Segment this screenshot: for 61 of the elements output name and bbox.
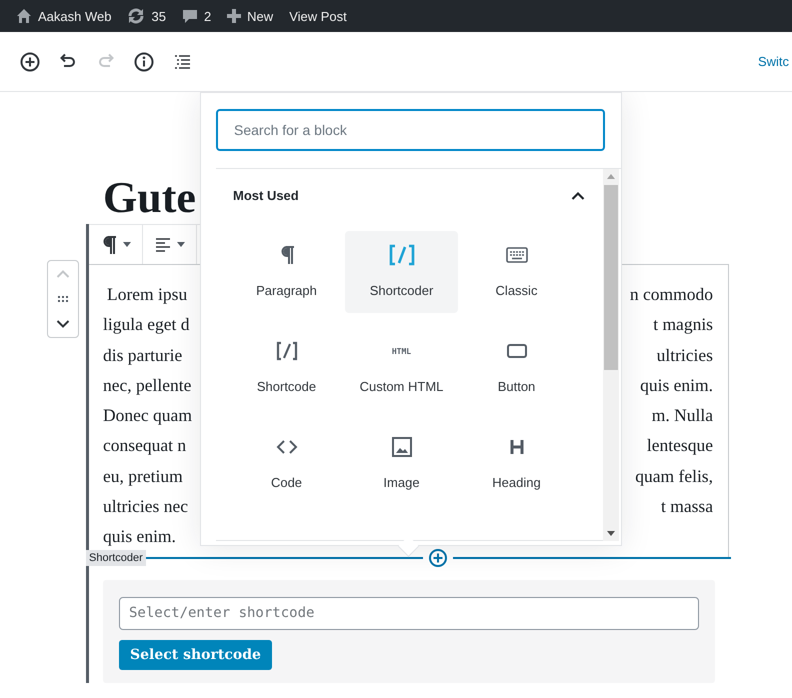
paragraph-text: Lorem ipsu [106,283,188,306]
shortcode-input-field[interactable]: Select/enter shortcode [119,596,699,630]
block-type-item[interactable]: Paragraph [230,231,343,313]
block-type-item[interactable]: Button [460,327,573,409]
info-icon [134,52,154,72]
block-type-item[interactable]: HTML Custom HTML [345,327,458,409]
paragraph-text: consequat n [103,434,186,458]
shortcode-icon [388,244,414,266]
home-icon [16,8,32,24]
paragraph-text: n commodo [630,283,713,306]
html-icon: HTML [392,346,412,356]
block-name-label: Shortcoder [86,550,146,566]
add-icon [20,52,40,72]
paragraph-text: m. Nulla [652,404,713,428]
paragraph-text: lentesque [646,434,713,458]
block-type-item[interactable]: Heading [460,423,573,505]
switch-link[interactable]: Switc [758,54,789,69]
admin-bar-item[interactable]: View Post [281,0,355,32]
caret-icon [122,242,130,247]
paragraph-text: dis parturie [103,344,182,367]
post-title[interactable]: Gute [103,175,196,221]
admin-bar-item[interactable]: 35 [119,0,174,32]
align-left-icon [154,236,170,252]
block-type-item[interactable]: Code [230,423,343,505]
most-used-section-toggle[interactable]: Most Used [216,169,603,221]
paragraph-text: quis enim. [103,525,176,548]
paragraph-text: eu, pretium [103,464,183,488]
drag-handle-icon[interactable] [57,294,69,303]
admin-bar-item[interactable]: Aakash Web [8,0,120,32]
shortcode-icon [276,341,298,361]
code-icon [276,440,298,454]
paragraph-text: Donec quam [103,404,192,428]
block-type-item[interactable]: Shortcode [230,327,343,409]
scroll-down-icon[interactable] [607,531,615,536]
image-icon [392,437,412,457]
select-shortcode-button[interactable]: Select shortcode [119,640,272,670]
pilcrow-icon [278,245,294,265]
block-type-item[interactable]: Shortcoder [345,231,458,313]
comment-icon [182,8,198,24]
admin-bar-item[interactable]: New [219,0,282,32]
paragraph-text: ultricies [656,344,713,367]
paragraph-text: t magnis [653,313,713,336]
paragraph-text: ligula eget d [103,313,190,336]
button-icon [506,344,526,358]
admin-bar-item[interactable]: 2 [174,0,220,32]
caret-icon [176,242,184,247]
paragraph-text: t massa [660,495,713,518]
block-search-field[interactable]: Search for a block [216,109,605,151]
heading-icon [510,439,524,455]
plus-icon [227,9,242,23]
move-down-button[interactable] [56,320,70,329]
paragraph-text: quis enim. [640,374,713,397]
keyboard-icon [506,247,528,263]
paragraph-text: ultricies nec [103,495,188,518]
block-type-item[interactable]: Image [345,423,458,505]
paragraph-text: nec, pellente [103,374,192,397]
pilcrow-icon [100,234,116,254]
refresh-icon [127,8,146,24]
block-type-item[interactable]: Classic [460,231,573,313]
scrollbar[interactable] [603,169,619,541]
paragraph-text: quam felis, [635,464,713,488]
